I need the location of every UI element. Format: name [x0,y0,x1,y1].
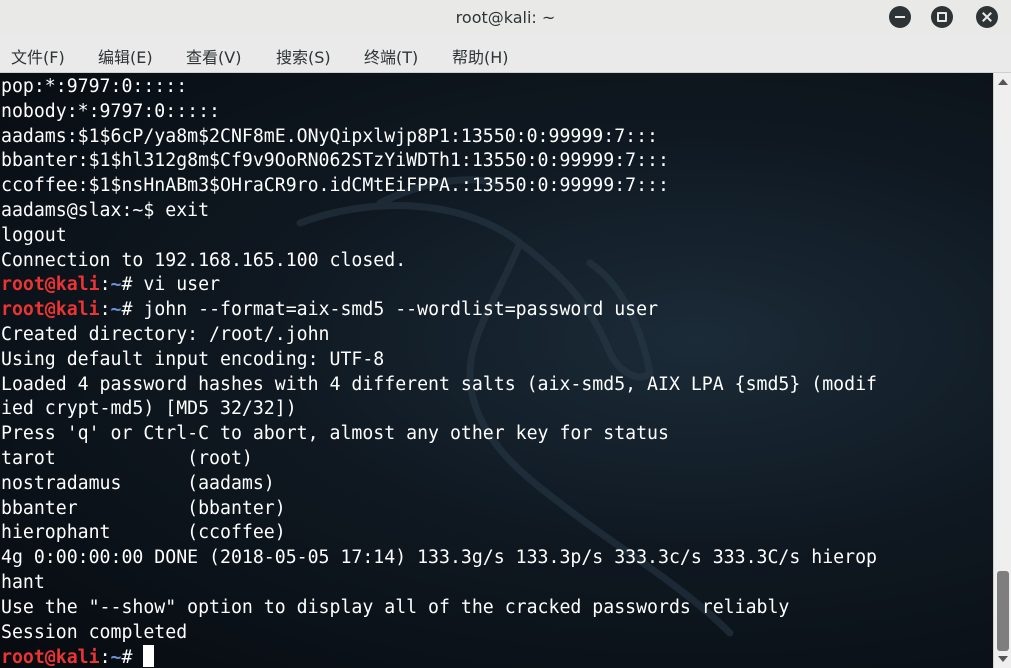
menu-help[interactable]: 帮助(H) [452,44,509,68]
output-text: Connection to 192.168.165.100 closed. [1,249,407,271]
prompt-symbol: # [121,647,144,668]
output-text: pop:*:9797:0::::: [1,76,188,97]
output-text: aadams@slax:~$ exit [1,199,210,221]
output-text: bbanter (bbanter) [1,497,286,519]
prompt-user: root@kali [1,299,100,321]
output-text: Session completed [1,621,188,643]
output-text: bbanter:$1$hl312g8m$Cf9v9OoRN062STzYiWDT… [1,150,669,172]
command-text: john --format=aix-smd5 --wordlist=passwo… [143,299,659,321]
terminal-line: Connection to 192.168.165.100 closed. [1,249,877,274]
menu-view[interactable]: 查看(V) [186,44,241,68]
terminal-line: aadams@slax:~$ exit [1,199,877,224]
terminal-line: Using default input encoding: UTF-8 [1,348,877,373]
terminal-line: logout [1,224,877,249]
output-text: aadams:$1$6cP/ya8m$2CNF8mE.ONyQipxlwjp8P… [1,125,658,147]
output-text: ied crypt-md5) [MD5 32/32]) [1,398,297,420]
terminal-line: ccoffee:$1$nsHnABm3$OHraCR9ro.idCMtEiFPP… [1,174,877,199]
terminal-line: Created directory: /root/.john [1,323,877,348]
terminal-line: nobody:*:9797:0::::: [1,100,877,125]
menu-edit[interactable]: 编辑(E) [98,44,153,68]
menu-bar: 文件(F) 编辑(E) 查看(V) 搜索(S) 终端(T) 帮助(H) [0,36,1011,73]
prompt-user: root@kali [1,647,100,668]
terminal-output: pop:*:9797:0::::: nobody:*:9797:0::::: aad… [1,75,877,668]
menu-file[interactable]: 文件(F) [11,44,65,68]
prompt-separator: : [99,647,111,668]
command-text: vi user [143,274,221,296]
output-text: 4g 0:00:00:00 DONE (2018-05-05 17:14) 13… [1,547,877,569]
terminal-line: Session completed [1,621,877,646]
close-icon[interactable] [976,6,998,28]
minimize-icon[interactable] [889,6,911,28]
menu-search[interactable]: 搜索(S) [276,44,331,68]
scroll-up-icon[interactable] [998,79,1008,85]
terminal-line: bbanter (bbanter) [1,497,877,522]
title-bar[interactable]: root@kali: ~ [0,0,1011,36]
prompt-symbol: # [121,299,144,321]
output-text: Use the "--show" option to display all o… [1,596,790,618]
vertical-scrollbar[interactable] [993,73,1011,668]
terminal-line: nostradamus (aadams) [1,472,877,497]
prompt-path: ~ [110,299,122,321]
terminal-line: root@kali:~# john --format=aix-smd5 --wo… [1,298,877,323]
terminal-line: Loaded 4 password hashes with 4 differen… [1,373,877,398]
terminal-line: Press 'q' or Ctrl-C to abort, almost any… [1,422,877,447]
prompt-separator: : [99,274,111,296]
output-text: nostradamus (aadams) [1,472,275,494]
output-text: Loaded 4 password hashes with 4 differen… [1,373,877,395]
prompt-path: ~ [110,647,122,668]
output-text: logout [1,224,67,246]
output-text: hant [1,571,45,593]
terminal-area[interactable]: pop:*:9797:0::::: nobody:*:9797:0::::: aad… [0,73,993,668]
output-text: Created directory: /root/.john [1,323,330,345]
output-text: Press 'q' or Ctrl-C to abort, almost any… [1,423,669,445]
menu-terminal[interactable]: 终端(T) [364,44,418,68]
terminal-line: Use the "--show" option to display all o… [1,596,877,621]
text-cursor [143,645,155,668]
terminal-line: pop:*:9797:0::::: [1,75,877,100]
window-title: root@kali: ~ [455,8,556,27]
terminal-line: bbanter:$1$hl312g8m$Cf9v9OoRN062STzYiWDT… [1,149,877,174]
output-text: Using default input encoding: UTF-8 [1,348,385,370]
terminal-line: hant [1,571,877,596]
scrollbar-thumb[interactable] [997,571,1009,651]
terminal-line: 4g 0:00:00:00 DONE (2018-05-05 17:14) 13… [1,546,877,571]
output-text: hierophant (ccoffee) [1,522,286,544]
terminal-line: root@kali:~# [1,645,877,668]
terminal-line: ied crypt-md5) [MD5 32/32]) [1,397,877,422]
prompt-separator: : [99,299,111,321]
output-text: ccoffee:$1$nsHnABm3$OHraCR9ro.idCMtEiFPP… [1,175,669,197]
terminal-line: hierophant (ccoffee) [1,521,877,546]
terminal-line: root@kali:~# vi user [1,273,877,298]
output-text: tarot (root) [1,447,253,469]
maximize-icon[interactable] [931,6,953,28]
prompt-symbol: # [121,274,144,296]
terminal-line: tarot (root) [1,447,877,472]
terminal-line: aadams:$1$6cP/ya8m$2CNF8mE.ONyQipxlwjp8P… [1,125,877,150]
prompt-path: ~ [110,274,122,296]
output-text: nobody:*:9797:0::::: [1,100,220,122]
prompt-user: root@kali [1,274,100,296]
scroll-down-icon[interactable] [998,656,1008,662]
terminal-window: root@kali: ~ 文件(F) 编辑(E) 查看(V) 搜索(S) 终端(… [0,0,1011,668]
